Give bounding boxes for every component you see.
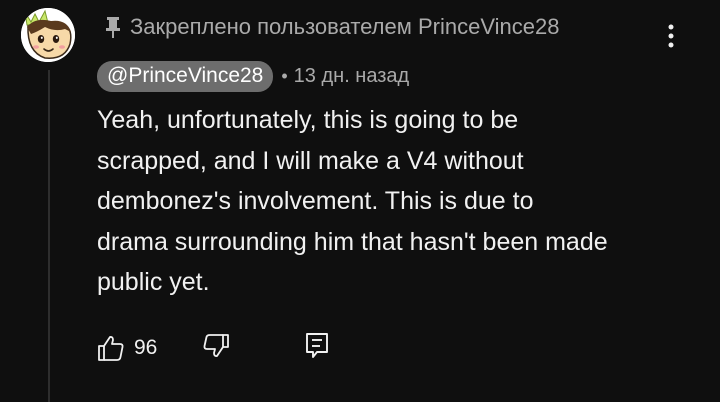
pinned-text: Закреплено пользователем PrinceVince28 (130, 14, 560, 39)
comment-timestamp[interactable]: 13 дн. назад (294, 65, 410, 88)
like-count: 96 (134, 336, 158, 359)
avatar[interactable] (21, 8, 75, 62)
reply-comment-icon (306, 332, 329, 358)
comment-screen: Закреплено пользователем PrinceVince28 @… (0, 0, 720, 402)
vertical-ellipsis-icon (668, 24, 674, 48)
comment-menu-button[interactable] (660, 18, 682, 52)
dislike-button[interactable] (201, 331, 231, 366)
thumbs-up-icon (98, 336, 124, 361)
thread-line (48, 70, 50, 402)
pin-icon (104, 14, 122, 40)
pinned-label: Закреплено пользователем PrinceVince28 (104, 12, 559, 42)
comment-actions: 96 (96, 330, 331, 366)
reply-button[interactable] (303, 330, 331, 367)
author-name-chip[interactable]: @PrinceVince28 (97, 60, 274, 92)
cartoon-face-avatar-icon (21, 8, 75, 62)
comment-body: Yeah, unfortunately, this is going to be… (97, 106, 608, 297)
thumbs-down-icon (203, 333, 230, 357)
like-button[interactable]: 96 (96, 333, 157, 363)
separator-dot: • (281, 65, 288, 86)
comment-header: @PrinceVince28 • 13 дн. назад (97, 60, 409, 92)
